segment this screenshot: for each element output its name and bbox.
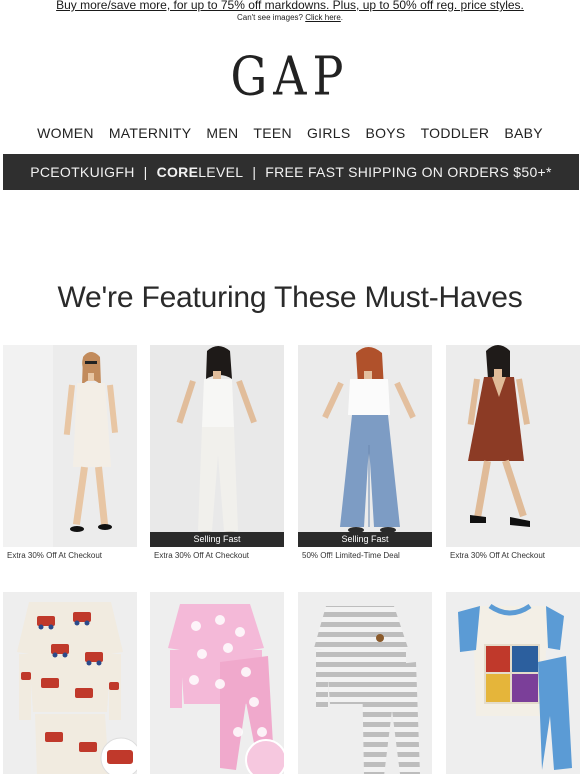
rewards-level-suffix: LEVEL	[198, 164, 244, 180]
superhero-pajamas-image	[446, 592, 580, 774]
product-card[interactable]: Selling Fast Extra 30% Off At Checkout	[150, 345, 284, 561]
nav-item-teen[interactable]: TEEN	[253, 124, 292, 142]
nav-item-baby[interactable]: BABY	[504, 124, 543, 142]
separator: |	[143, 164, 148, 180]
kids-product-card[interactable]	[446, 592, 580, 774]
nav-item-maternity[interactable]: MATERNITY	[109, 124, 192, 142]
kids-product-card[interactable]	[150, 592, 284, 774]
nav-item-men[interactable]: MEN	[206, 124, 238, 142]
model-rust-dress-image	[446, 345, 580, 547]
cant-see-images-line: Can't see images? Click here.	[0, 12, 580, 24]
product-image[interactable]	[3, 345, 137, 547]
gap-logo[interactable]: GAP	[0, 44, 580, 108]
rewards-level-name: CORE	[156, 164, 199, 180]
firetruck-pajamas-image	[3, 592, 137, 774]
model-tee-wideleg-jeans-image	[298, 345, 432, 547]
kids-product-card[interactable]	[3, 592, 137, 774]
separator: |	[252, 164, 257, 180]
selling-fast-badge: Selling Fast	[150, 532, 284, 547]
product-offer-text: 50% Off! Limited-Time Deal	[302, 551, 400, 560]
section-heading: We're Featuring These Must-Haves	[57, 281, 523, 314]
grey-striped-pajamas-image	[298, 592, 432, 774]
nav-item-boys[interactable]: BOYS	[365, 124, 405, 142]
product-card[interactable]: Selling Fast 50% Off! Limited-Time Deal	[298, 345, 432, 561]
nav-item-women[interactable]: WOMEN	[37, 124, 94, 142]
product-image[interactable]: Selling Fast	[298, 345, 432, 547]
product-card[interactable]: Extra 30% Off At Checkout	[3, 345, 137, 561]
category-nav: WOMEN MATERNITY MEN TEEN GIRLS BOYS TODD…	[0, 124, 580, 142]
product-offer-text: Extra 30% Off At Checkout	[7, 551, 103, 560]
product-image[interactable]: Selling Fast	[150, 345, 284, 547]
click-here-link[interactable]: Click here	[305, 13, 341, 22]
cant-see-images-text: Can't see images?	[236, 13, 303, 22]
kids-product-card[interactable]	[298, 592, 432, 774]
shipping-offer: FREE FAST SHIPPING ON ORDERS $50+*	[265, 164, 552, 180]
nav-item-toddler[interactable]: TODDLER	[421, 124, 490, 142]
click-here-period: .	[340, 13, 344, 22]
product-image[interactable]	[446, 345, 580, 547]
product-card[interactable]: Extra 30% Off At Checkout	[446, 345, 580, 561]
model-white-dress-image	[3, 345, 137, 547]
pink-heart-pajamas-image	[150, 592, 284, 774]
product-offer-text: Extra 30% Off At Checkout	[450, 551, 546, 560]
selling-fast-badge: Selling Fast	[298, 532, 432, 547]
product-offer-text: Extra 30% Off At Checkout	[154, 551, 250, 560]
rewards-account-bar[interactable]: PCEOTKUIGFH | CORE LEVEL | FREE FAST SHI…	[3, 154, 579, 190]
member-id: PCEOTKUIGFH	[30, 164, 135, 180]
nav-item-girls[interactable]: GIRLS	[307, 124, 351, 142]
model-white-tank-jeans-image	[150, 345, 284, 547]
